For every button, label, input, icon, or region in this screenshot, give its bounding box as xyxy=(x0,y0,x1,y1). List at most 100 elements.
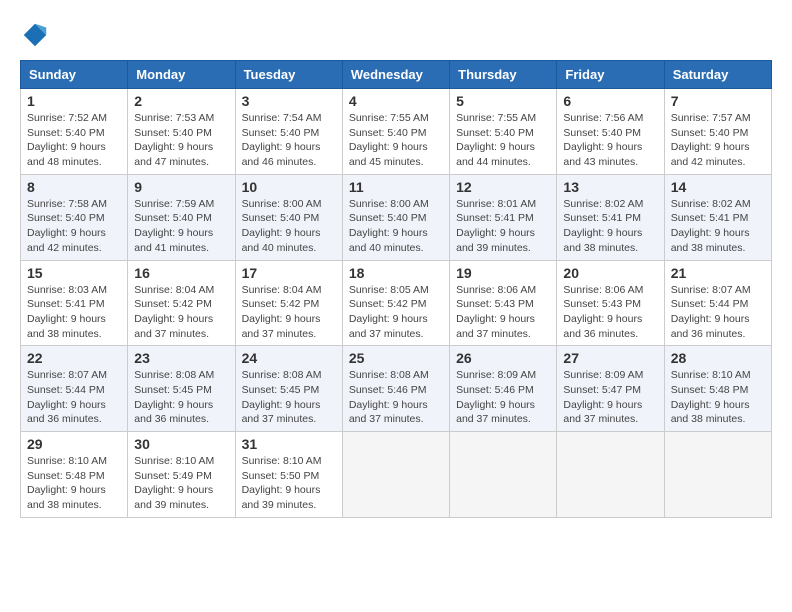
calendar-cell: 1 Sunrise: 7:52 AMSunset: 5:40 PMDaylight… xyxy=(21,89,128,175)
day-number: 28 xyxy=(671,350,765,366)
logo xyxy=(20,20,54,50)
calendar-cell: 8 Sunrise: 7:58 AMSunset: 5:40 PMDaylight… xyxy=(21,174,128,260)
day-info: Sunrise: 8:00 AMSunset: 5:40 PMDaylight:… xyxy=(242,197,336,256)
calendar-cell: 27 Sunrise: 8:09 AMSunset: 5:47 PMDayligh… xyxy=(557,346,664,432)
page-header xyxy=(20,20,772,50)
calendar-cell: 31Sunrise: 8:10 AMSunset: 5:50 PMDayligh… xyxy=(235,432,342,518)
day-info: Sunrise: 8:04 AMSunset: 5:42 PMDaylight:… xyxy=(134,283,228,342)
day-info: Sunrise: 8:08 AMSunset: 5:45 PMDaylight:… xyxy=(242,368,336,427)
weekday-header-wednesday: Wednesday xyxy=(342,61,449,89)
calendar-cell xyxy=(450,432,557,518)
day-info: Sunrise: 8:02 AMSunset: 5:41 PMDaylight:… xyxy=(671,197,765,256)
day-number: 31 xyxy=(242,436,336,452)
calendar-cell: 11 Sunrise: 8:00 AMSunset: 5:40 PMDayligh… xyxy=(342,174,449,260)
day-info: Sunrise: 8:05 AMSunset: 5:42 PMDaylight:… xyxy=(349,283,443,342)
calendar-cell: 2 Sunrise: 7:53 AMSunset: 5:40 PMDaylight… xyxy=(128,89,235,175)
calendar-cell: 29Sunrise: 8:10 AMSunset: 5:48 PMDayligh… xyxy=(21,432,128,518)
day-number: 2 xyxy=(134,93,228,109)
day-info: Sunrise: 8:10 AMSunset: 5:48 PMDaylight:… xyxy=(671,368,765,427)
day-number: 11 xyxy=(349,179,443,195)
weekday-header-saturday: Saturday xyxy=(664,61,771,89)
day-number: 23 xyxy=(134,350,228,366)
day-number: 3 xyxy=(242,93,336,109)
day-info: Sunrise: 8:06 AMSunset: 5:43 PMDaylight:… xyxy=(563,283,657,342)
day-number: 20 xyxy=(563,265,657,281)
calendar-cell: 25 Sunrise: 8:08 AMSunset: 5:46 PMDayligh… xyxy=(342,346,449,432)
day-info: Sunrise: 7:56 AMSunset: 5:40 PMDaylight:… xyxy=(563,111,657,170)
calendar-cell: 26Sunrise: 8:09 AMSunset: 5:46 PMDayligh… xyxy=(450,346,557,432)
weekday-header-sunday: Sunday xyxy=(21,61,128,89)
day-number: 26 xyxy=(456,350,550,366)
calendar-cell: 21 Sunrise: 8:07 AMSunset: 5:44 PMDayligh… xyxy=(664,260,771,346)
calendar-cell: 24 Sunrise: 8:08 AMSunset: 5:45 PMDayligh… xyxy=(235,346,342,432)
calendar-week-row: 1 Sunrise: 7:52 AMSunset: 5:40 PMDaylight… xyxy=(21,89,772,175)
day-info: Sunrise: 7:58 AMSunset: 5:40 PMDaylight:… xyxy=(27,197,121,256)
day-number: 8 xyxy=(27,179,121,195)
calendar-cell: 3Sunrise: 7:54 AMSunset: 5:40 PMDaylight… xyxy=(235,89,342,175)
calendar-cell xyxy=(557,432,664,518)
day-number: 15 xyxy=(27,265,121,281)
day-info: Sunrise: 7:57 AMSunset: 5:40 PMDaylight:… xyxy=(671,111,765,170)
calendar-cell xyxy=(342,432,449,518)
calendar-week-row: 15 Sunrise: 8:03 AMSunset: 5:41 PMDayligh… xyxy=(21,260,772,346)
day-number: 5 xyxy=(456,93,550,109)
calendar-cell xyxy=(664,432,771,518)
day-info: Sunrise: 7:52 AMSunset: 5:40 PMDaylight:… xyxy=(27,111,121,170)
day-number: 4 xyxy=(349,93,443,109)
day-number: 25 xyxy=(349,350,443,366)
weekday-header-monday: Monday xyxy=(128,61,235,89)
day-number: 17 xyxy=(242,265,336,281)
day-info: Sunrise: 8:10 AMSunset: 5:49 PMDaylight:… xyxy=(134,454,228,513)
calendar-cell: 17 Sunrise: 8:04 AMSunset: 5:42 PMDayligh… xyxy=(235,260,342,346)
day-info: Sunrise: 8:02 AMSunset: 5:41 PMDaylight:… xyxy=(563,197,657,256)
calendar-cell: 23Sunrise: 8:08 AMSunset: 5:45 PMDayligh… xyxy=(128,346,235,432)
day-info: Sunrise: 8:08 AMSunset: 5:46 PMDaylight:… xyxy=(349,368,443,427)
day-info: Sunrise: 8:03 AMSunset: 5:41 PMDaylight:… xyxy=(27,283,121,342)
day-number: 1 xyxy=(27,93,121,109)
day-info: Sunrise: 8:01 AMSunset: 5:41 PMDaylight:… xyxy=(456,197,550,256)
calendar-week-row: 22 Sunrise: 8:07 AMSunset: 5:44 PMDayligh… xyxy=(21,346,772,432)
day-info: Sunrise: 7:53 AMSunset: 5:40 PMDaylight:… xyxy=(134,111,228,170)
calendar-cell: 18 Sunrise: 8:05 AMSunset: 5:42 PMDayligh… xyxy=(342,260,449,346)
calendar-cell: 28 Sunrise: 8:10 AMSunset: 5:48 PMDayligh… xyxy=(664,346,771,432)
day-number: 29 xyxy=(27,436,121,452)
calendar-cell: 6 Sunrise: 7:56 AMSunset: 5:40 PMDaylight… xyxy=(557,89,664,175)
day-number: 12 xyxy=(456,179,550,195)
day-number: 24 xyxy=(242,350,336,366)
weekday-header-thursday: Thursday xyxy=(450,61,557,89)
day-info: Sunrise: 8:04 AMSunset: 5:42 PMDaylight:… xyxy=(242,283,336,342)
calendar-cell: 10 Sunrise: 8:00 AMSunset: 5:40 PMDayligh… xyxy=(235,174,342,260)
day-number: 18 xyxy=(349,265,443,281)
day-number: 13 xyxy=(563,179,657,195)
day-number: 21 xyxy=(671,265,765,281)
calendar-cell: 15 Sunrise: 8:03 AMSunset: 5:41 PMDayligh… xyxy=(21,260,128,346)
calendar-week-row: 8 Sunrise: 7:58 AMSunset: 5:40 PMDaylight… xyxy=(21,174,772,260)
day-number: 22 xyxy=(27,350,121,366)
day-number: 6 xyxy=(563,93,657,109)
calendar-table: SundayMondayTuesdayWednesdayThursdayFrid… xyxy=(20,60,772,518)
day-info: Sunrise: 8:06 AMSunset: 5:43 PMDaylight:… xyxy=(456,283,550,342)
day-info: Sunrise: 8:07 AMSunset: 5:44 PMDaylight:… xyxy=(27,368,121,427)
day-info: Sunrise: 7:59 AMSunset: 5:40 PMDaylight:… xyxy=(134,197,228,256)
calendar-cell: 5 Sunrise: 7:55 AMSunset: 5:40 PMDaylight… xyxy=(450,89,557,175)
logo-icon xyxy=(20,20,50,50)
day-number: 27 xyxy=(563,350,657,366)
calendar-cell: 16 Sunrise: 8:04 AMSunset: 5:42 PMDayligh… xyxy=(128,260,235,346)
calendar-cell: 12 Sunrise: 8:01 AMSunset: 5:41 PMDayligh… xyxy=(450,174,557,260)
day-info: Sunrise: 8:00 AMSunset: 5:40 PMDaylight:… xyxy=(349,197,443,256)
day-info: Sunrise: 8:09 AMSunset: 5:47 PMDaylight:… xyxy=(563,368,657,427)
day-info: Sunrise: 8:07 AMSunset: 5:44 PMDaylight:… xyxy=(671,283,765,342)
weekday-header-tuesday: Tuesday xyxy=(235,61,342,89)
day-number: 16 xyxy=(134,265,228,281)
calendar-cell: 9 Sunrise: 7:59 AMSunset: 5:40 PMDaylight… xyxy=(128,174,235,260)
day-number: 10 xyxy=(242,179,336,195)
calendar-cell: 22 Sunrise: 8:07 AMSunset: 5:44 PMDayligh… xyxy=(21,346,128,432)
day-number: 19 xyxy=(456,265,550,281)
day-number: 7 xyxy=(671,93,765,109)
calendar-cell: 14 Sunrise: 8:02 AMSunset: 5:41 PMDayligh… xyxy=(664,174,771,260)
day-number: 9 xyxy=(134,179,228,195)
day-info: Sunrise: 7:55 AMSunset: 5:40 PMDaylight:… xyxy=(456,111,550,170)
calendar-cell: 13 Sunrise: 8:02 AMSunset: 5:41 PMDayligh… xyxy=(557,174,664,260)
day-info: Sunrise: 7:55 AMSunset: 5:40 PMDaylight:… xyxy=(349,111,443,170)
day-number: 14 xyxy=(671,179,765,195)
